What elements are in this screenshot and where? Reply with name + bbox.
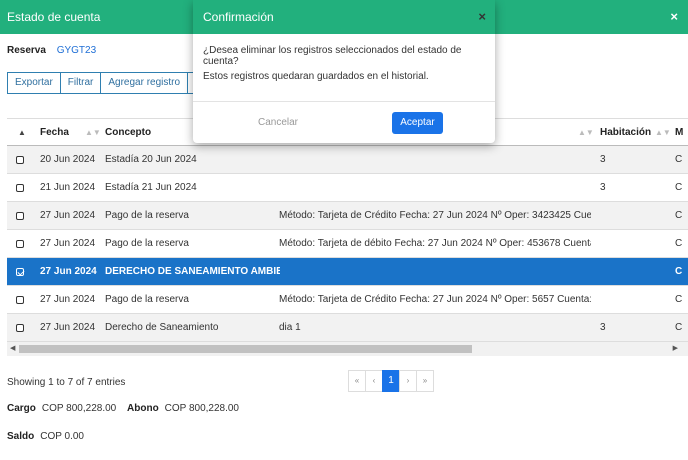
column-concepto[interactable]: Concepto bbox=[105, 119, 151, 147]
cell-fecha: 27 Jun 2024 bbox=[40, 238, 96, 249]
sort-icon[interactable]: ▲▼ bbox=[655, 119, 671, 147]
next-page-button[interactable]: › bbox=[399, 370, 417, 392]
dialog-question: ¿Desea eliminar los registros selecciona… bbox=[203, 45, 462, 67]
table-row[interactable]: 27 Jun 2024 Pago de la reserva Método: Tar… bbox=[7, 202, 688, 230]
page-title: Estado de cuenta bbox=[7, 10, 101, 24]
first-page-button[interactable]: « bbox=[348, 370, 366, 392]
cell-m: C bbox=[675, 210, 683, 221]
cell-m: C bbox=[675, 322, 683, 333]
column-m[interactable]: M bbox=[675, 119, 683, 147]
horizontal-scrollbar[interactable]: ◀ ▶ bbox=[7, 342, 688, 356]
accept-button[interactable]: Aceptar bbox=[392, 112, 443, 134]
scrollbar-thumb[interactable] bbox=[19, 345, 472, 353]
abono-value: COP 800,228.00 bbox=[164, 403, 239, 414]
cancel-button[interactable]: Cancelar bbox=[248, 113, 308, 133]
row-checkbox[interactable] bbox=[16, 212, 24, 220]
cell-detalle: Método: Tarjeta de Crédito Fecha: 27 Jun… bbox=[279, 294, 591, 305]
reserva-label: Reserva bbox=[7, 45, 46, 56]
cell-m: C bbox=[675, 266, 683, 277]
table-row[interactable]: 20 Jun 2024 Estadía 20 Jun 2024 3 C bbox=[7, 146, 688, 174]
cell-detalle bbox=[279, 146, 591, 174]
table-row[interactable]: 27 Jun 2024 Pago de la reserva Método: Tar… bbox=[7, 286, 688, 314]
row-checkbox[interactable] bbox=[16, 268, 24, 276]
totals-cargo-abono: Cargo COP 800,228.00 Abono COP 800,228.00 bbox=[7, 403, 247, 414]
reserva-info: Reserva GYGT23 bbox=[7, 45, 96, 56]
cell-concepto: Estadía 20 Jun 2024 bbox=[105, 154, 197, 165]
cell-m: C bbox=[675, 294, 683, 305]
statement-table: ▲ Fecha ▲▼ Concepto ▲▼ Habitación ▲▼ M 2… bbox=[7, 118, 688, 356]
cell-fecha: 21 Jun 2024 bbox=[40, 182, 96, 193]
cell-m: C bbox=[675, 182, 683, 193]
cell-habitacion bbox=[600, 286, 640, 314]
cell-concepto: Pago de la reserva bbox=[105, 210, 189, 221]
sort-icon[interactable]: ▲▼ bbox=[85, 119, 101, 147]
close-icon[interactable]: × bbox=[670, 9, 678, 24]
cell-fecha: 27 Jun 2024 bbox=[40, 294, 96, 305]
column-habitacion[interactable]: Habitación bbox=[600, 119, 651, 147]
column-fecha[interactable]: Fecha bbox=[40, 119, 69, 147]
cell-habitacion bbox=[600, 230, 640, 258]
cell-detalle: dia 1 bbox=[279, 322, 301, 333]
cell-habitacion bbox=[600, 258, 640, 286]
cell-m: C bbox=[675, 154, 683, 165]
totals-saldo: Saldo COP 0.00 bbox=[7, 431, 92, 442]
sort-up-icon[interactable]: ▲ bbox=[18, 119, 26, 147]
cell-concepto: Pago de la reserva bbox=[105, 294, 189, 305]
entries-info: Showing 1 to 7 of 7 entries bbox=[7, 377, 126, 388]
last-page-button[interactable]: » bbox=[416, 370, 434, 392]
saldo-value: COP 0.00 bbox=[40, 431, 84, 442]
scroll-left-icon[interactable]: ◀ bbox=[10, 342, 15, 356]
dialog-close-icon[interactable]: × bbox=[478, 9, 486, 24]
cell-habitacion: 3 bbox=[600, 154, 606, 165]
add-record-button[interactable]: Agregar registro bbox=[100, 72, 189, 94]
cell-fecha: 27 Jun 2024 bbox=[40, 322, 96, 333]
toolbar: Exportar Filtrar Agregar registro E bbox=[7, 72, 210, 94]
cell-fecha: 20 Jun 2024 bbox=[40, 154, 96, 165]
saldo-label: Saldo bbox=[7, 431, 35, 442]
cell-detalle bbox=[279, 174, 591, 202]
cell-detalle bbox=[279, 258, 591, 286]
row-checkbox[interactable] bbox=[16, 240, 24, 248]
page-1-button[interactable]: 1 bbox=[382, 370, 400, 392]
confirm-dialog: Confirmación × ¿Desea eliminar los regis… bbox=[193, 0, 495, 143]
dialog-note: Estos registros quedaran guardados en el… bbox=[203, 71, 429, 82]
table-row[interactable]: 21 Jun 2024 Estadía 21 Jun 2024 3 C bbox=[7, 174, 688, 202]
dialog-header: Confirmación × bbox=[193, 0, 495, 34]
row-checkbox[interactable] bbox=[16, 324, 24, 332]
pagination: « ‹ 1 › » bbox=[348, 370, 434, 392]
cell-m: C bbox=[675, 238, 683, 249]
scroll-right-icon[interactable]: ▶ bbox=[673, 342, 678, 356]
dialog-title: Confirmación bbox=[203, 10, 274, 24]
row-checkbox[interactable] bbox=[16, 184, 24, 192]
cell-fecha: 27 Jun 2024 bbox=[40, 266, 97, 277]
cell-habitacion bbox=[600, 202, 640, 230]
cell-detalle: Método: Tarjeta de débito Fecha: 27 Jun … bbox=[279, 238, 591, 249]
cell-habitacion: 3 bbox=[600, 322, 606, 333]
cell-concepto: Estadía 21 Jun 2024 bbox=[105, 182, 197, 193]
cell-habitacion: 3 bbox=[600, 182, 606, 193]
cell-fecha: 27 Jun 2024 bbox=[40, 210, 96, 221]
abono-label: Abono bbox=[127, 403, 159, 414]
reserva-code-link[interactable]: GYGT23 bbox=[57, 45, 96, 56]
table-row[interactable]: 27 Jun 2024 Pago de la reserva Método: Tar… bbox=[7, 230, 688, 258]
cargo-label: Cargo bbox=[7, 403, 36, 414]
cell-concepto: DERECHO DE SANEAMIENTO AMBIENTAL bbox=[105, 266, 280, 277]
filter-button[interactable]: Filtrar bbox=[59, 72, 102, 94]
dialog-divider bbox=[193, 101, 495, 102]
cell-concepto: Pago de la reserva bbox=[105, 238, 189, 249]
row-checkbox[interactable] bbox=[16, 296, 24, 304]
sort-icon[interactable]: ▲▼ bbox=[578, 119, 594, 147]
cargo-value: COP 800,228.00 bbox=[41, 403, 117, 414]
table-body: 20 Jun 2024 Estadía 20 Jun 2024 3 C 21 Jun 2… bbox=[7, 146, 688, 342]
cell-concepto: Derecho de Saneamiento bbox=[105, 322, 219, 333]
table-row[interactable]: 27 Jun 2024 Derecho de Saneamiento dia 1 3 C bbox=[7, 314, 688, 342]
prev-page-button[interactable]: ‹ bbox=[365, 370, 383, 392]
export-button[interactable]: Exportar bbox=[7, 72, 61, 94]
table-row[interactable]: 27 Jun 2024 DERECHO DE SANEAMIENTO AMBIEN… bbox=[7, 258, 688, 286]
cell-detalle: Método: Tarjeta de Crédito Fecha: 27 Jun… bbox=[279, 210, 591, 221]
row-checkbox[interactable] bbox=[16, 156, 24, 164]
